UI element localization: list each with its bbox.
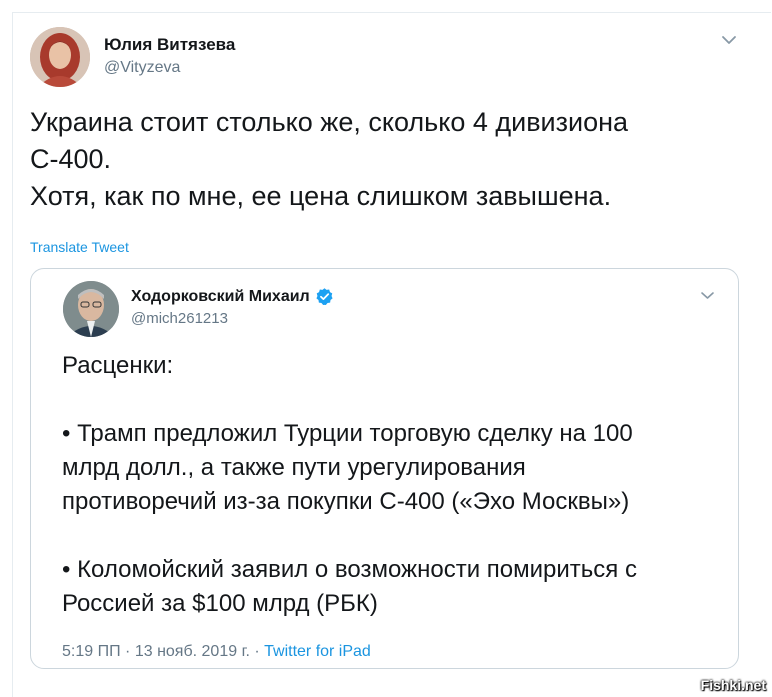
tweet-date[interactable]: 13 нояб. 2019 г.: [135, 643, 250, 660]
tweet-text-line: Украина стоит столько же, сколько 4 диви…: [30, 107, 629, 137]
verified-badge-icon: [316, 288, 333, 306]
screenshot: Юлия Витязева @Vityzeva Украина стоит ст…: [0, 0, 772, 697]
tweet-text-line: С-400.: [30, 144, 112, 174]
quoted-text-line: • Коломойский заявил о возможности помир…: [62, 556, 637, 583]
quoted-tweet-meta: 5:19 ПП · 13 нояб. 2019 г. · Twitter for…: [62, 643, 371, 661]
tweet-text: Украина стоит столько же, сколько 4 диви…: [30, 104, 730, 215]
quoted-text-line: Россией за $100 млрд (РБК): [62, 590, 378, 617]
quoted-text-line: млрд долл., а также пути урегулирования: [62, 454, 526, 481]
meta-separator: ·: [125, 643, 131, 660]
quoted-tweet[interactable]: Ходорковский Михаил @mich261213 Расценки…: [30, 268, 739, 669]
quoted-tweet-text: Расценки: • Трамп предложил Турции торго…: [62, 349, 732, 621]
tweet-source-link[interactable]: Twitter for iPad: [264, 643, 371, 660]
quoted-text-line: противоречий из-за покупки С-400 («Эхо М…: [62, 488, 630, 515]
quoted-author-handle[interactable]: @mich261213: [131, 310, 228, 327]
quoted-author-avatar[interactable]: [63, 281, 119, 337]
author-name[interactable]: Юлия Витязева: [104, 35, 235, 55]
tweet-time[interactable]: 5:19 ПП: [62, 643, 121, 660]
quoted-author-name[interactable]: Ходорковский Михаил: [131, 288, 310, 306]
chevron-down-icon[interactable]: [720, 33, 738, 47]
tweet-text-line: Хотя, как по мне, ее цена слишком завыше…: [30, 181, 612, 211]
author-handle[interactable]: @Vityzeva: [104, 59, 180, 77]
site-watermark: Fishki.net: [700, 677, 766, 693]
author-avatar-image: [30, 27, 90, 87]
quoted-text-line: • Трамп предложил Турции торговую сделку…: [62, 420, 633, 447]
quoted-author-avatar-image: [63, 281, 119, 337]
chevron-down-icon[interactable]: [700, 290, 715, 301]
quoted-author-name-row[interactable]: Ходорковский Михаил: [131, 287, 334, 306]
meta-separator: ·: [254, 643, 260, 660]
author-avatar[interactable]: [30, 27, 90, 87]
translate-tweet-link[interactable]: Translate Tweet: [30, 239, 129, 255]
quoted-text-line: Расценки:: [62, 352, 174, 379]
